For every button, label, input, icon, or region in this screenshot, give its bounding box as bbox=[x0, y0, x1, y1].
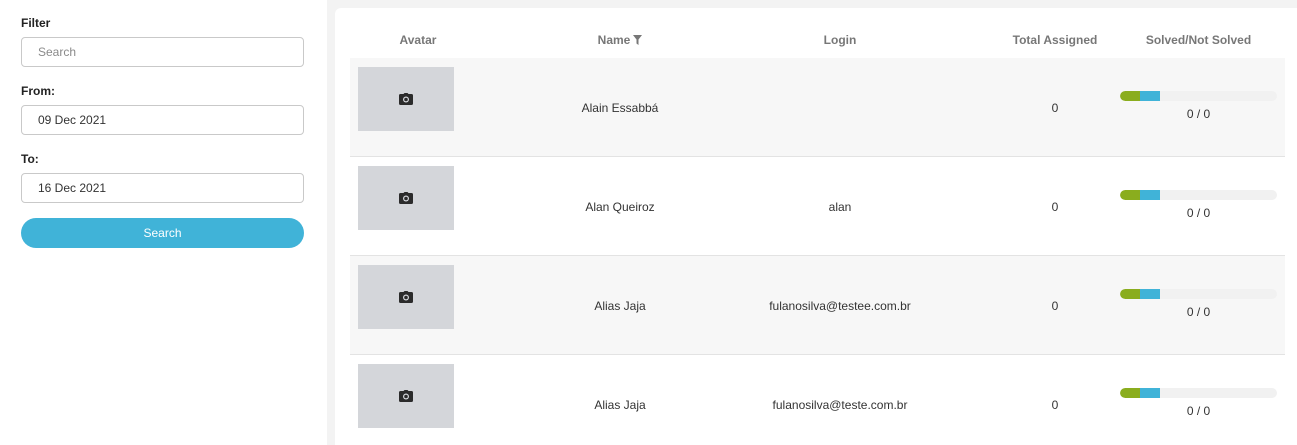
table-row[interactable]: Alan Queiroz alan 0 0 / 0 bbox=[350, 157, 1285, 256]
column-header-total-assigned: Total Assigned bbox=[980, 28, 1130, 52]
solved-ratio: 0 / 0 bbox=[1186, 206, 1211, 220]
user-login: alan bbox=[828, 199, 852, 214]
column-header-avatar-label: Avatar bbox=[399, 33, 437, 47]
camera-icon bbox=[399, 192, 413, 204]
camera-icon bbox=[399, 291, 413, 303]
total-assigned: 0 bbox=[1051, 199, 1059, 214]
avatar bbox=[358, 67, 454, 131]
not-solved-segment bbox=[1140, 91, 1160, 101]
column-header-name-label: Name bbox=[597, 33, 631, 47]
solved-progress-bar bbox=[1120, 91, 1277, 101]
from-date-field[interactable] bbox=[21, 105, 304, 135]
results-panel: Avatar Name Login Total Assigned Solved/… bbox=[335, 8, 1297, 445]
filter-title: Filter bbox=[21, 16, 51, 30]
column-header-login-label: Login bbox=[823, 33, 857, 47]
filter-icon[interactable] bbox=[633, 34, 643, 45]
table-row[interactable]: Alain Essabbá 0 0 / 0 bbox=[350, 58, 1285, 157]
column-header-solved-not-solved: Solved/Not Solved bbox=[1120, 28, 1277, 52]
column-header-name[interactable]: Name bbox=[555, 28, 685, 52]
not-solved-segment bbox=[1140, 190, 1160, 200]
user-login bbox=[740, 58, 940, 157]
search-button[interactable]: Search bbox=[21, 218, 304, 248]
not-solved-segment bbox=[1140, 289, 1160, 299]
solved-progress-bar bbox=[1120, 190, 1277, 200]
solved-progress-bar bbox=[1120, 289, 1277, 299]
column-header-login: Login bbox=[750, 28, 930, 52]
solved-ratio: 0 / 0 bbox=[1186, 404, 1211, 418]
total-assigned: 0 bbox=[1051, 100, 1059, 115]
search-input[interactable] bbox=[21, 37, 304, 67]
solved-ratio: 0 / 0 bbox=[1186, 107, 1211, 121]
column-header-avatar: Avatar bbox=[350, 28, 486, 52]
avatar bbox=[358, 166, 454, 230]
total-assigned: 0 bbox=[1051, 298, 1059, 313]
solved-segment bbox=[1120, 190, 1140, 200]
avatar bbox=[358, 364, 454, 428]
table-row[interactable]: Alias Jaja fulanosilva@testee.com.br 0 0 / … bbox=[350, 256, 1285, 355]
to-label: To: bbox=[21, 152, 39, 166]
column-header-total-assigned-label: Total Assigned bbox=[1012, 33, 1098, 47]
avatar bbox=[358, 265, 454, 329]
user-name: Alias Jaja bbox=[594, 298, 646, 313]
table-row[interactable]: Alias Jaja fulanosilva@teste.com.br 0 0 / 0 bbox=[350, 355, 1285, 445]
camera-icon bbox=[399, 390, 413, 402]
user-name: Alain Essabbá bbox=[581, 100, 659, 115]
user-login: fulanosilva@testee.com.br bbox=[769, 298, 911, 313]
solved-progress-bar bbox=[1120, 388, 1277, 398]
solved-segment bbox=[1120, 289, 1140, 299]
from-label: From: bbox=[21, 84, 55, 98]
solved-ratio: 0 / 0 bbox=[1186, 305, 1211, 319]
solved-segment bbox=[1120, 91, 1140, 101]
filter-sidebar: Filter From: To: Search bbox=[0, 0, 327, 445]
user-login: fulanosilva@teste.com.br bbox=[772, 397, 908, 412]
total-assigned: 0 bbox=[1051, 397, 1059, 412]
to-date-field[interactable] bbox=[21, 173, 304, 203]
user-name: Alias Jaja bbox=[594, 397, 646, 412]
column-header-solved-not-solved-label: Solved/Not Solved bbox=[1145, 33, 1252, 47]
user-name: Alan Queiroz bbox=[585, 199, 655, 214]
camera-icon bbox=[399, 93, 413, 105]
not-solved-segment bbox=[1140, 388, 1160, 398]
solved-segment bbox=[1120, 388, 1140, 398]
